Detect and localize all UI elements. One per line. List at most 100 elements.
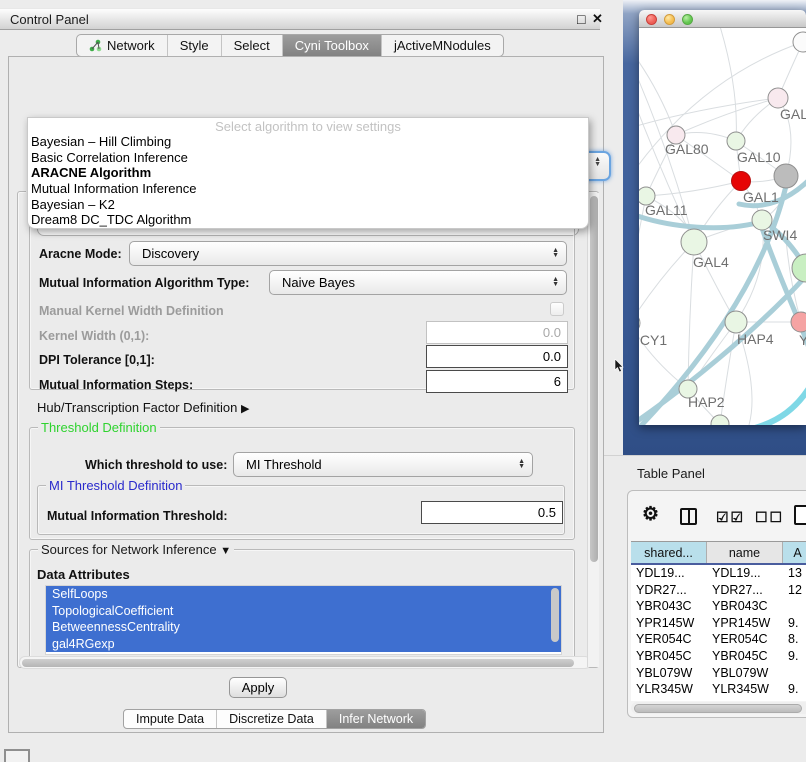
tab-style[interactable]: Style <box>168 35 222 56</box>
aracne-mode-combobox[interactable]: Discovery ▲▼ <box>129 241 567 266</box>
mi-threshold-label: Mutual Information Threshold: <box>47 509 228 523</box>
tab-discretize-data[interactable]: Discretize Data <box>217 710 327 728</box>
table-row[interactable]: YBL079WYBL079W <box>631 665 806 682</box>
table-toolbar: ⚙ ☑☑ ☐☐ <box>628 497 806 537</box>
apply-button[interactable]: Apply <box>229 677 287 698</box>
attributes-scrollbar[interactable] <box>551 588 559 642</box>
network-edge-cyan <box>755 385 806 425</box>
mi-algorithm-type-combobox[interactable]: Naive Bayes ▲▼ <box>269 270 567 295</box>
tab-impute-data[interactable]: Impute Data <box>124 710 217 728</box>
algorithm-option[interactable]: Mutual Information Inference <box>28 181 588 197</box>
network-graph: GAL GAL80 GAL10 GAL1 GAL11 SWI4 GAL4 GCY… <box>639 28 806 425</box>
expand-right-icon: ▶ <box>241 403 249 415</box>
settings-vertical-scrollbar[interactable] <box>587 193 599 667</box>
node-gcy1 <box>639 313 640 333</box>
combobox-stepper-icon: ▲▼ <box>552 278 559 287</box>
zoom-traffic-light-icon[interactable] <box>682 14 693 25</box>
network-canvas[interactable]: GAL GAL80 GAL10 GAL1 GAL11 SWI4 GAL4 GCY… <box>639 28 806 425</box>
table-row[interactable]: YPR145WYPR145W9. <box>631 615 806 632</box>
table-cell: 9. <box>783 681 806 698</box>
table-cell: 13 <box>783 565 806 582</box>
which-threshold-label: Which threshold to use: <box>85 458 227 472</box>
close-traffic-light-icon[interactable] <box>646 14 657 25</box>
data-attribute-item[interactable]: SelfLoops <box>46 586 561 603</box>
table-cell: 9. <box>783 615 806 632</box>
tab-infer-network[interactable]: Infer Network <box>327 710 425 728</box>
manual-kernel-width-checkbox[interactable] <box>550 302 564 316</box>
table-cell <box>783 598 806 615</box>
algorithm-option[interactable]: Bayesian – K2 <box>28 197 588 213</box>
column-header-partial[interactable]: A <box>783 542 806 563</box>
table-panel-title: Table Panel <box>637 466 705 481</box>
new-table-icon[interactable] <box>794 505 806 525</box>
node-bottom-partial <box>711 415 729 425</box>
collapse-down-icon: ▼ <box>220 545 231 557</box>
table-row[interactable]: YBR045CYBR045C9. <box>631 648 806 665</box>
table-row[interactable]: YER054CYER054C8. <box>631 631 806 648</box>
tab-select[interactable]: Select <box>222 35 283 56</box>
table-cell: YDL19... <box>631 565 707 582</box>
node-salmon <box>791 312 806 332</box>
settings-gear-icon[interactable]: ⚙ <box>642 503 659 526</box>
algorithm-option[interactable]: Bayesian – Hill Climbing <box>28 134 588 150</box>
split-panel-icon[interactable] <box>680 508 697 525</box>
node-unlabeled <box>793 32 806 52</box>
tab-network[interactable]: Network <box>77 35 168 56</box>
mi-steps-label: Mutual Information Steps: <box>39 378 193 392</box>
table-row[interactable]: YDL19...YDL19...13 <box>631 565 806 582</box>
algorithm-option[interactable]: Basic Correlation Inference <box>28 150 588 166</box>
tab-network-label: Network <box>107 38 155 53</box>
kernel-width-label: Kernel Width (0,1): <box>39 329 149 343</box>
table-panel-header: Table Panel <box>604 455 806 490</box>
svg-text:HAP4: HAP4 <box>737 331 774 347</box>
bottom-corner-button[interactable] <box>4 749 30 762</box>
svg-text:GAL: GAL <box>780 106 806 122</box>
table-cell: YDR27... <box>707 582 783 599</box>
kernel-width-field[interactable]: 0.0 <box>426 321 568 344</box>
application-root: Control Panel □ ✕ Network Style Select C… <box>0 0 806 762</box>
network-view-window[interactable]: GAL GAL80 GAL10 GAL1 GAL11 SWI4 GAL4 GCY… <box>639 10 806 425</box>
svg-text:GAL1: GAL1 <box>743 189 779 205</box>
deselect-all-icon[interactable]: ☐☐ <box>755 509 784 526</box>
data-attributes-label: Data Attributes <box>37 567 130 582</box>
algorithm-dropdown-placeholder: Select algorithm to view settings <box>28 118 588 134</box>
table-row[interactable]: YDR27...YDR27...12 <box>631 582 806 599</box>
data-attributes-list[interactable]: SelfLoopsTopologicalCoefficientBetweenne… <box>45 585 562 655</box>
algorithm-option[interactable]: ARACNE Algorithm <box>28 165 588 181</box>
table-cell: YDL19... <box>707 565 783 582</box>
hub-definition-expander[interactable]: Hub/Transcription Factor Definition ▶ <box>37 400 249 415</box>
algorithm-option[interactable]: Dream8 DC_TDC Algorithm <box>28 212 588 228</box>
minimize-traffic-light-icon[interactable] <box>664 14 675 25</box>
close-window-icon[interactable]: ✕ <box>592 11 603 27</box>
table-cell <box>783 665 806 682</box>
svg-text:GAL80: GAL80 <box>665 141 709 157</box>
column-header-name[interactable]: name <box>707 542 783 563</box>
node-gal10 <box>727 132 745 150</box>
table-row[interactable]: YLR345WYLR345W9. <box>631 681 806 698</box>
table-header-row: shared... name A <box>631 542 806 565</box>
node-hap4 <box>725 311 747 333</box>
node-gal-partial <box>768 88 788 108</box>
float-window-icon[interactable]: □ <box>577 11 585 27</box>
mi-steps-field[interactable]: 6 <box>426 370 568 393</box>
data-attribute-item[interactable]: TopologicalCoefficient <box>46 603 561 620</box>
table-horizontal-scrollbar[interactable] <box>631 702 806 714</box>
node-table: shared... name A YDL19...YDL19...13YDR27… <box>631 541 806 701</box>
table-cell: YER054C <box>707 631 783 648</box>
which-threshold-combobox[interactable]: MI Threshold ▲▼ <box>233 452 533 477</box>
tab-cyni-toolbox[interactable]: Cyni Toolbox <box>283 35 382 56</box>
svg-text:GAL4: GAL4 <box>693 254 729 270</box>
data-attribute-item[interactable]: BetweennessCentrality <box>46 619 561 636</box>
select-all-icon[interactable]: ☑☑ <box>716 509 745 526</box>
column-header-shared-name[interactable]: shared... <box>631 542 707 563</box>
dpi-tolerance-field[interactable]: 0.0 <box>426 345 568 368</box>
svg-text:SWI4: SWI4 <box>763 227 797 243</box>
sources-title[interactable]: Sources for Network Inference ▼ <box>38 542 234 557</box>
data-attribute-item[interactable]: gal4RGexp <box>46 636 561 653</box>
table-cell: YER054C <box>631 631 707 648</box>
tab-jactivemnodules[interactable]: jActiveMNodules <box>382 35 503 56</box>
mi-threshold-field[interactable]: 0.5 <box>421 501 563 524</box>
table-cell: YBL079W <box>707 665 783 682</box>
table-row[interactable]: YBR043CYBR043C <box>631 598 806 615</box>
settings-horizontal-scrollbar[interactable] <box>19 656 591 669</box>
